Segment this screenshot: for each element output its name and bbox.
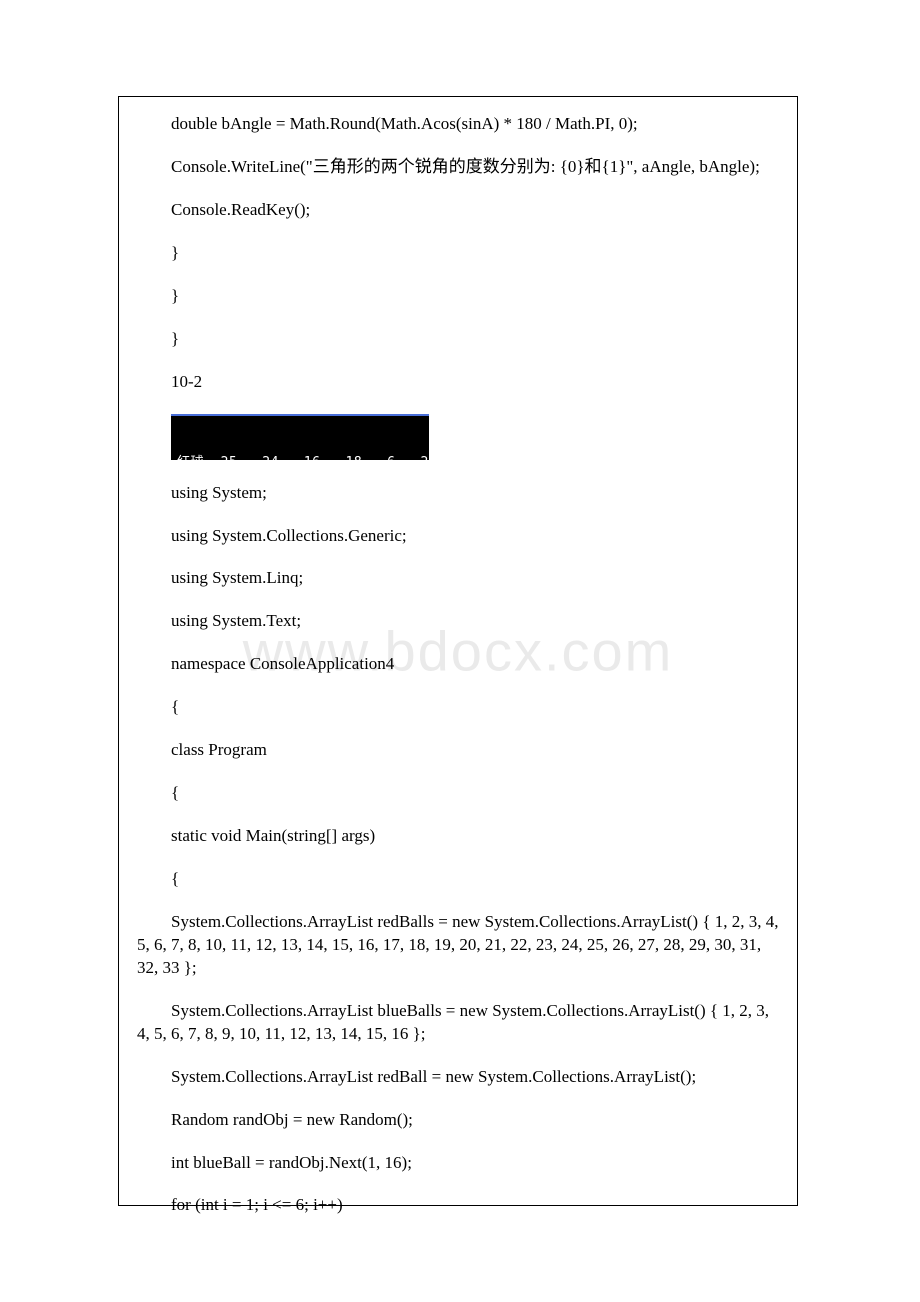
code-line: { [137,868,779,891]
code-line: for (int i = 1; i <= 6; i++) [137,1194,779,1217]
code-line: System.Collections.ArrayList redBall = n… [137,1066,779,1089]
code-text: System.Collections.ArrayList redBall = n… [137,1066,779,1089]
console-label: 红球 [177,454,204,472]
code-line: 10-2 [137,371,779,394]
code-text: Console.WriteLine("三角形的两个锐角的度数分别为: {0}和{… [171,157,760,176]
code-line: using System; [137,482,779,505]
code-line: } [137,242,779,265]
code-line: double bAngle = Math.Round(Math.Acos(sin… [137,113,779,136]
code-line: class Program [137,739,779,762]
document-content: double bAngle = Math.Round(Math.Acos(sin… [137,113,779,1217]
console-output: 红球 25 24 16 18 6 23 篮球:4 [171,414,429,460]
code-line: System.Collections.ArrayList redBalls = … [137,911,779,980]
code-line: { [137,696,779,719]
code-text: System.Collections.ArrayList blueBalls =… [137,1000,779,1046]
code-line: using System.Collections.Generic; [137,525,779,548]
code-line: Console.WriteLine("三角形的两个锐角的度数分别为: {0}和{… [137,156,779,179]
code-line: } [137,328,779,351]
code-line: Console.ReadKey(); [137,199,779,222]
console-values: 25 24 16 18 6 23 [204,454,437,472]
code-line: int blueBall = randObj.Next(1, 16); [137,1152,779,1175]
document-page: www.bdocx.com double bAngle = Math.Round… [118,96,798,1206]
code-line: System.Collections.ArrayList blueBalls =… [137,1000,779,1046]
code-line: { [137,782,779,805]
code-line: } [137,285,779,308]
code-line: using System.Text; [137,610,779,633]
code-text: System.Collections.ArrayList redBalls = … [137,911,779,980]
code-line: namespace ConsoleApplication4 [137,653,779,676]
console-row-redballs: 红球 25 24 16 18 6 23 [177,454,423,472]
console-row-blueball: 篮球:4 [177,506,423,524]
code-line: using System.Linq; [137,567,779,590]
code-line: Random randObj = new Random(); [137,1109,779,1132]
code-line: static void Main(string[] args) [137,825,779,848]
